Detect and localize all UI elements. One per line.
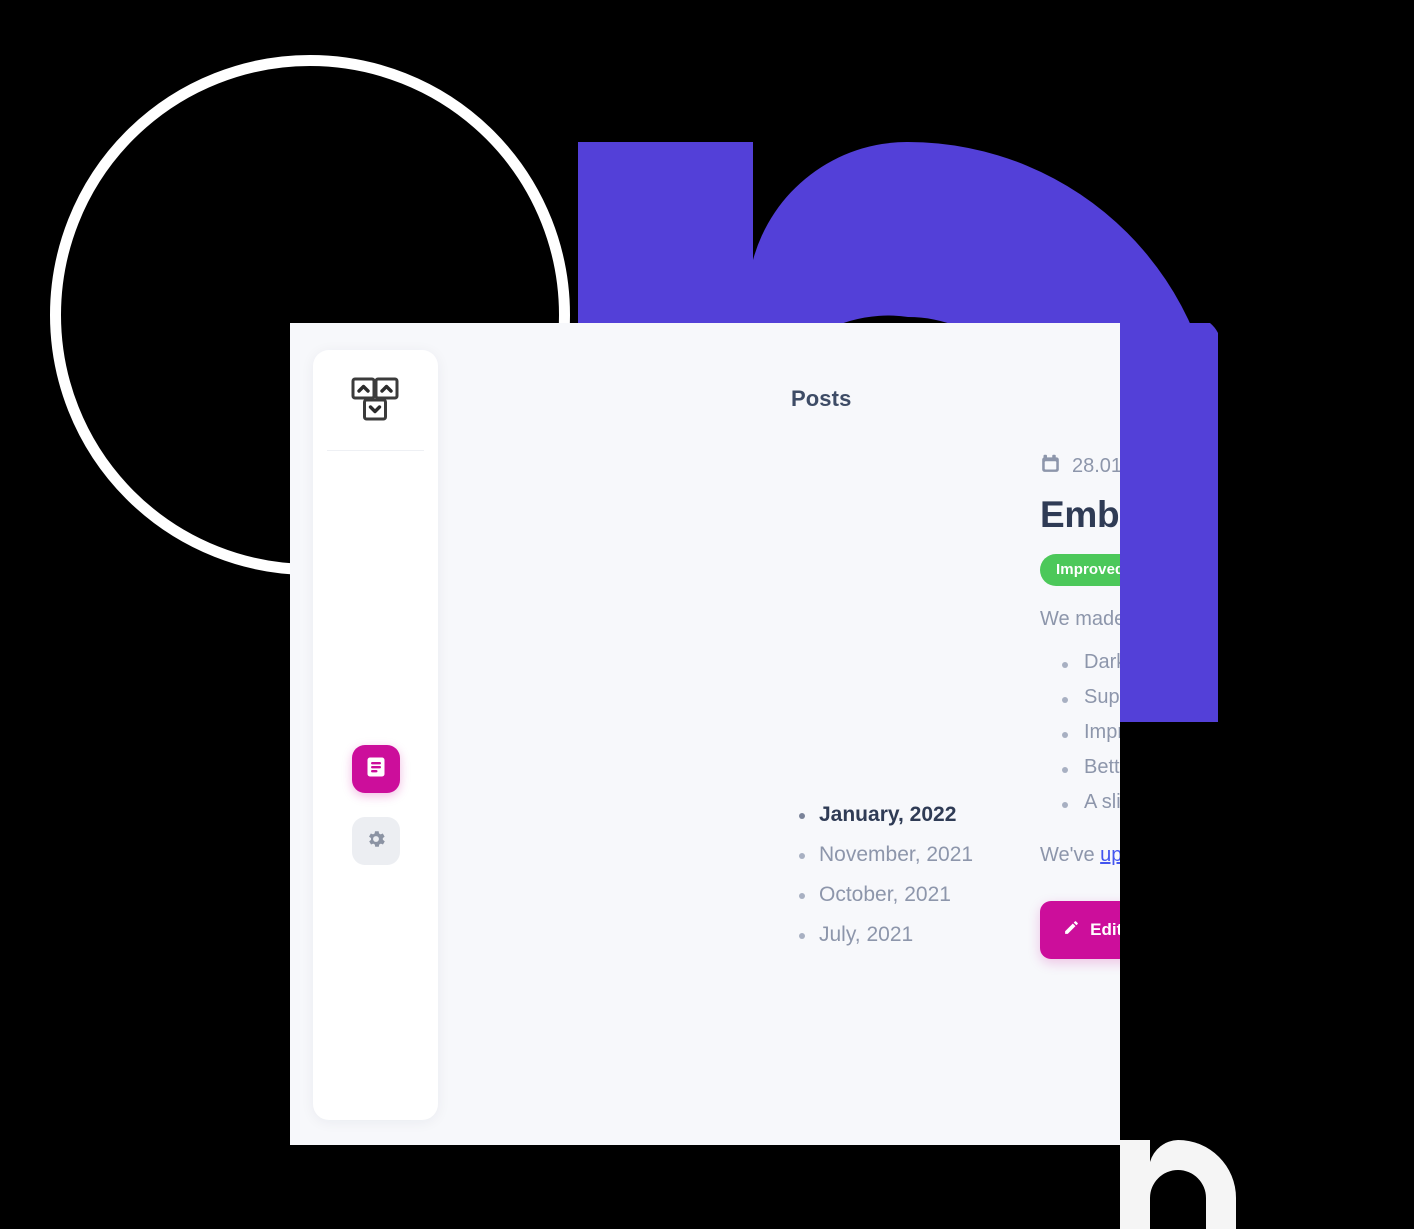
month-label: July, 2021: [819, 923, 914, 946]
page-title: Posts: [791, 386, 852, 411]
month-label: November, 2021: [819, 843, 974, 866]
decorative-white-n-logo: [1120, 1140, 1320, 1229]
post-outro: We've updated the docs to reflect these …: [1040, 844, 1120, 867]
list-item: Support for embedding index pages: [1062, 686, 1120, 709]
pencil-icon: [1063, 919, 1080, 941]
app-logo[interactable]: [313, 350, 438, 450]
gear-icon: [365, 828, 387, 855]
list-item: A slicker calendar icon: [1062, 791, 1120, 814]
month-filter-list: January, 2022 November, 2021 October, 20…: [797, 803, 973, 963]
bullet-text: Support for embedding: [1084, 686, 1120, 708]
month-label: January, 2022: [819, 803, 957, 826]
bullet-text: A slicker calendar icon: [1084, 791, 1120, 813]
list-item[interactable]: July, 2021: [797, 923, 973, 947]
list-item: Dark mode support, using the new t: [1062, 651, 1120, 674]
post-title: Embed enhancements: [1040, 494, 1120, 535]
outro-text-before: We've: [1040, 844, 1101, 866]
sidebar-item-posts[interactable]: [351, 745, 400, 793]
bullet-text: Dark mode support, using the new t: [1084, 651, 1120, 673]
post-date-row: 28.01.2022: [1040, 453, 1120, 480]
edit-post-label: Edit post: [1090, 920, 1120, 939]
month-label: October, 2021: [819, 883, 951, 906]
sidebar-nav: [313, 745, 438, 865]
sidebar: [313, 350, 438, 1120]
calendar-icon: [1040, 453, 1061, 480]
bullet-text: Improved positioning of the widget o: [1084, 721, 1120, 743]
list-item[interactable]: October, 2021: [797, 883, 973, 907]
list-item: Improved positioning of the widget o: [1062, 721, 1120, 744]
list-item[interactable]: November, 2021: [797, 843, 973, 867]
sidebar-divider: [327, 450, 424, 451]
main-content: Posts January, 2022 November, 2021 Octob…: [460, 323, 1120, 1145]
post-date: 28.01.2022: [1072, 455, 1120, 477]
app-window-card: Posts January, 2022 November, 2021 Octob…: [290, 323, 1120, 1145]
updated-docs-link[interactable]: updated the docs: [1100, 844, 1120, 866]
document-list-icon: [364, 755, 388, 784]
status-badge: Improved: [1040, 554, 1120, 586]
post-change-list: Dark mode support, using the new t Suppo…: [1040, 651, 1120, 814]
bullet-text: Better support for removing the text: [1084, 756, 1120, 778]
screenshot-stage: Posts January, 2022 November, 2021 Octob…: [0, 0, 1414, 1229]
list-item[interactable]: January, 2022: [797, 803, 973, 827]
noticeable-face-logo-icon: [351, 377, 398, 421]
list-item: Better support for removing the text: [1062, 756, 1120, 779]
post-detail: 28.01.2022 Embed enhancements Improved W…: [1040, 453, 1120, 959]
post-intro: We made a bunch of little fixes and impr…: [1040, 608, 1120, 630]
edit-post-button[interactable]: Edit post: [1040, 901, 1120, 959]
post-actions: Edit post Delete post: [1040, 901, 1120, 959]
sidebar-item-settings[interactable]: [351, 817, 400, 865]
